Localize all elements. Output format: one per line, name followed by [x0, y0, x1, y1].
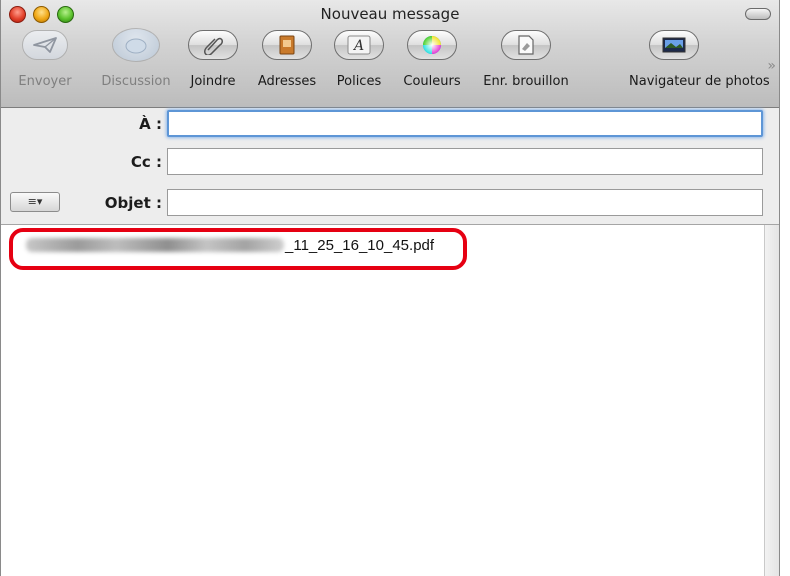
send-label: Envoyer: [18, 74, 72, 89]
paperclip-icon: [204, 37, 223, 55]
chat-button[interactable]: Discussion: [101, 28, 171, 102]
subject-field[interactable]: [167, 189, 763, 216]
photo-browser-icon: [662, 37, 686, 53]
chat-icon: [125, 38, 147, 54]
svg-text:A: A: [352, 38, 364, 54]
title-bar: Nouveau message Envoyer Discussion Joind…: [1, 0, 779, 108]
colors-button[interactable]: Couleurs: [403, 30, 461, 102]
save-draft-button[interactable]: Enr. brouillon: [483, 30, 569, 102]
cc-row: Cc :: [1, 148, 779, 176]
message-headers: À : Cc : ≡▾ Objet :: [1, 108, 779, 225]
photo-browser-button[interactable]: Navigateur de photos: [629, 30, 770, 102]
chat-label: Discussion: [101, 74, 171, 89]
subject-row: Objet :: [1, 189, 779, 217]
send-icon: [33, 37, 57, 53]
to-label: À :: [139, 115, 162, 133]
address-book-icon: [279, 35, 295, 55]
body-scrollbar[interactable]: [764, 225, 779, 576]
to-field[interactable]: [167, 110, 763, 137]
cc-field[interactable]: [167, 148, 763, 175]
subject-label: Objet :: [104, 194, 162, 212]
colors-label: Couleurs: [403, 74, 461, 89]
toolbar-overflow-icon[interactable]: »: [767, 58, 775, 74]
addresses-button[interactable]: Adresses: [258, 30, 316, 102]
fonts-button[interactable]: A Polices: [334, 30, 384, 102]
photo-browser-label: Navigateur de photos: [629, 74, 770, 89]
fonts-icon: A: [347, 35, 371, 55]
mail-compose-window: Nouveau message Envoyer Discussion Joind…: [0, 0, 780, 576]
window-title: Nouveau message: [320, 5, 460, 23]
save-draft-icon: [518, 35, 534, 55]
save-draft-label: Enr. brouillon: [483, 74, 569, 89]
cc-label: Cc :: [130, 153, 162, 171]
toolbar-toggle-button[interactable]: [745, 8, 771, 20]
color-wheel-icon: [423, 36, 441, 54]
message-body[interactable]: [1, 225, 779, 576]
attachment-filename[interactable]: _11_25_16_10_45.pdf: [285, 237, 434, 254]
attachment-name-blurred: [26, 238, 284, 252]
attach-button[interactable]: Joindre: [188, 30, 238, 102]
send-button[interactable]: Envoyer: [18, 30, 72, 102]
to-row: À :: [1, 110, 779, 138]
